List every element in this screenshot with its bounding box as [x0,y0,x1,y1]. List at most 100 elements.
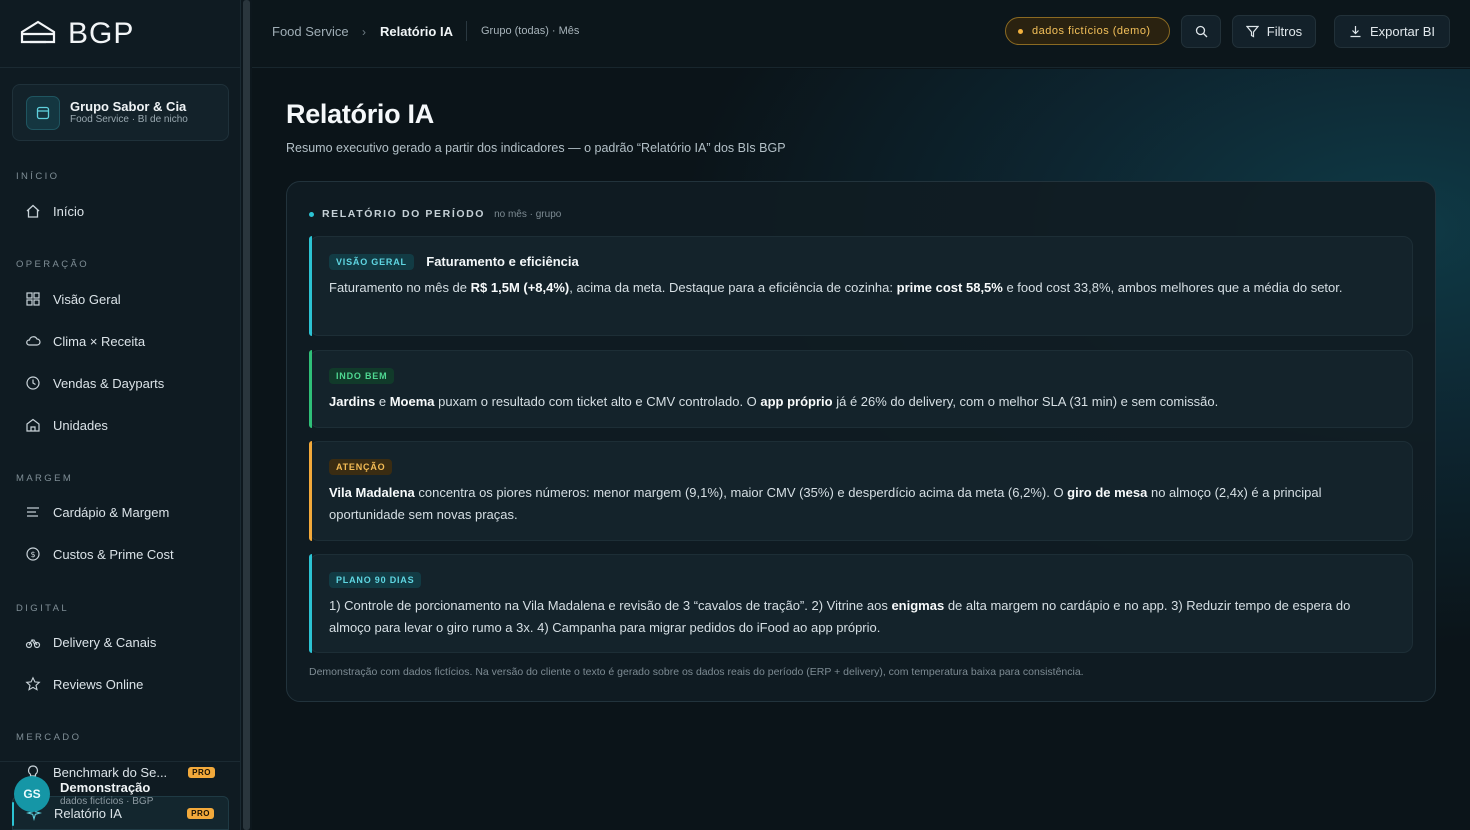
highlight-text: enigmas [891,598,945,613]
sidebar-item-label: Custos & Prime Cost [53,546,174,562]
highlight-text: Moema [389,394,435,409]
org-switcher[interactable]: Grupo Sabor & Cia Food Service · BI de n… [12,84,229,141]
report-footnote: Demonstração com dados fictícios. Na ver… [309,666,1084,678]
block-tag: INDO BEM [329,367,395,384]
report-context: no mês · grupo [494,208,562,220]
sidebar-scrollbar-thumb[interactable] [243,0,250,830]
section-label-inicio: INÍCIO [16,171,60,182]
download-icon [1349,25,1362,38]
filters-label: Filtros [1266,24,1303,39]
sidebar-item-label: Delivery & Canais [53,634,157,650]
search-icon [1195,25,1208,38]
breadcrumb-divider [466,21,467,41]
body-text: já é 26% do delivery, com o melhor SLA (… [832,394,1219,409]
block-accent-bar [309,236,312,336]
highlight-text: giro de mesa [1067,485,1148,500]
filter-icon [1245,25,1259,38]
sidebar-item-label: Visão Geral [53,291,121,307]
sidebar-item-visao-geral[interactable]: Visão Geral [12,283,229,315]
user-subtitle: dados fictícios · BGP [60,796,154,807]
brand-logo[interactable]: BGP [20,16,170,48]
section-label-operacao: OPERAÇÃO [16,259,90,270]
report-block-visao-geral: VISÃO GERAL Faturamento e eficiência Fat… [309,236,1413,336]
org-name: Grupo Sabor & Cia [70,99,187,114]
block-tag: PLANO 90 DIAS [329,571,422,588]
logo-icon: BGP [20,17,133,48]
page-subtitle: Resumo executivo gerado a partir dos ind… [286,141,786,155]
svg-text:$: $ [30,550,35,559]
sidebar-item-label: Benchmark do Se... [53,764,168,780]
main-content: Relatório IA Resumo executivo gerado a p… [252,69,1470,830]
user-name: Demonstração [60,780,151,795]
report-block-plano-90-dias: PLANO 90 DIAS 1) Controle de porcionamen… [309,554,1413,653]
breadcrumb-current: Relatório IA [380,24,453,39]
block-text: Vila Madalena concentra os piores número… [329,482,1392,526]
sidebar-item-label: Clima × Receita [53,333,146,349]
report-dot [309,211,314,217]
sidebar-item-label: Reviews Online [53,676,144,692]
body-text: puxam o resultado com ticket alto e CMV … [434,394,761,409]
highlight-text: prime cost 58,5% [896,280,1003,295]
org-subtitle: Food Service · BI de nicho [70,114,188,125]
grid-icon [25,291,41,307]
context-label: Grupo (todas) · Mês [481,25,580,37]
body-text: 1) Controle de porcionamento na Vila Mad… [329,598,892,613]
block-tag: VISÃO GERAL [329,253,414,270]
block-text: Jardins e Moema puxam o resultado com ti… [329,391,1392,413]
body-text: Faturamento no mês de [329,280,471,295]
demo-dot [1018,28,1023,34]
section-label-digital: DIGITAL [16,603,70,614]
coin-icon: $ [25,546,41,562]
report-block-indo-bem: INDO BEM Jardins e Moema puxam o resulta… [309,350,1413,428]
report-card: RELATÓRIO DO PERÍODO no mês · grupo VISÃ… [286,181,1436,702]
sidebar-item-label: Relatório IA [54,805,122,821]
breadcrumb-food-service[interactable]: Food Service [272,24,349,39]
sidebar-item-unidades[interactable]: Unidades [12,409,229,441]
highlight-text: app próprio [760,394,833,409]
block-accent-bar [309,350,312,428]
demo-badge-label: dados fictícios (demo) [1032,25,1151,37]
sidebar-item-vendas-dayparts[interactable]: Vendas & Dayparts [12,367,229,399]
report-block-atencao: ATENÇÃO Vila Madalena concentra os piore… [309,441,1413,541]
section-label-mercado: MERCADO [16,732,82,743]
search-button[interactable] [1181,15,1221,48]
sidebar-divider [0,67,241,68]
sidebar-item-custos-prime-cost[interactable]: $ Custos & Prime Cost [12,538,229,570]
body-text: concentra os piores números: menor marge… [414,485,1068,500]
breadcrumb-separator: › [362,25,366,39]
export-button[interactable]: Exportar BI [1334,15,1450,48]
sidebar-item-label: Início [53,203,85,219]
active-indicator [12,802,14,826]
menu-list-icon [25,504,41,520]
block-tag: ATENÇÃO [329,458,393,475]
sidebar-item-delivery-canais[interactable]: Delivery & Canais [12,626,229,658]
demo-badge: dados fictícios (demo) [1005,17,1170,45]
topbar: Food Service › Relatório IA Grupo (todas… [252,0,1470,68]
sidebar-item-inicio[interactable]: Início [12,195,229,227]
sidebar-item-label: Cardápio & Margem [53,504,170,520]
block-title: Faturamento e eficiência [426,254,579,270]
sidebar-item-cardapio-margem[interactable]: Cardápio & Margem [12,496,229,528]
report-header: RELATÓRIO DO PERÍODO no mês · grupo [309,208,561,220]
clock-icon [25,375,41,391]
block-text: Faturamento no mês de R$ 1,5M (+8,4%), a… [329,277,1392,299]
sidebar-item-label: Unidades [53,417,108,433]
bike-icon [25,634,41,650]
block-accent-bar [309,554,312,653]
star-icon [25,676,41,692]
sidebar-item-clima-receita[interactable]: Clima × Receita [12,325,229,357]
report-title: RELATÓRIO DO PERÍODO [322,208,486,220]
avatar[interactable]: GS [14,776,50,812]
block-accent-bar [309,441,312,541]
sidebar: BGP Grupo Sabor & Cia Food Service · BI … [0,0,241,830]
home-icon [25,203,41,219]
store-box-icon [26,95,60,130]
highlight-text: Jardins [329,394,376,409]
pro-badge: PRO [187,807,214,819]
sidebar-item-reviews-online[interactable]: Reviews Online [12,668,229,700]
section-label-margem: MARGEM [16,473,74,484]
filters-button[interactable]: Filtros [1232,15,1316,48]
export-label: Exportar BI [1369,24,1436,39]
pro-badge: PRO [188,766,215,778]
body-text: e food cost 33,8%, ambos melhores que a … [1002,280,1343,295]
